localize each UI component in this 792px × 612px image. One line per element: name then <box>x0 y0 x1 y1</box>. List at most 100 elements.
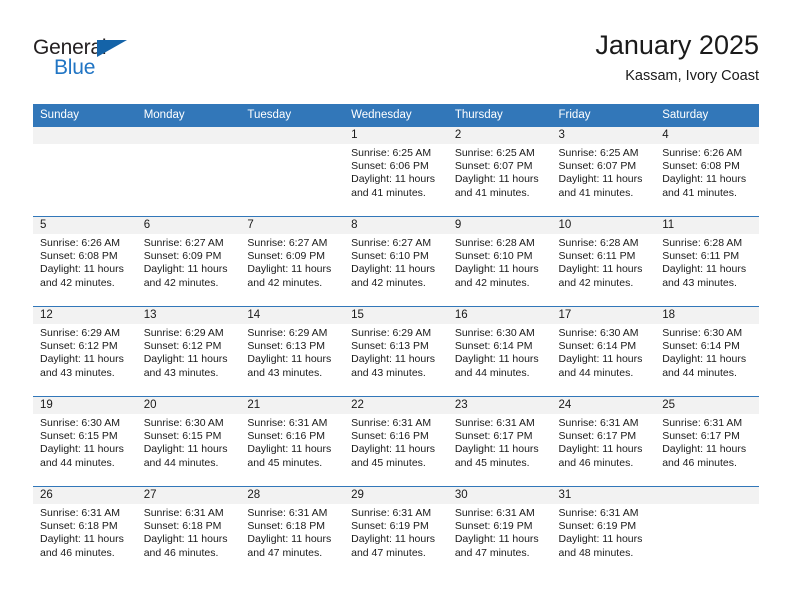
calendar-day-cell[interactable]: 19 Sunrise: 6:30 AM Sunset: 6:15 PM Dayligh… <box>33 396 137 487</box>
day-cell-inner: 19 Sunrise: 6:30 AM Sunset: 6:15 PM Dayligh… <box>33 397 137 486</box>
day-number: 10 <box>551 217 656 234</box>
weekday-header-thursday: Thursday <box>447 104 552 127</box>
calendar-day-cell <box>240 127 345 217</box>
calendar-day-cell[interactable]: 18 Sunrise: 6:30 AM Sunset: 6:14 PM Dayligh… <box>655 306 759 397</box>
sunrise-time: Sunrise: 6:29 AM <box>247 327 328 339</box>
sunrise-time: Sunrise: 6:28 AM <box>662 237 743 249</box>
calendar-day-cell[interactable]: 24 Sunrise: 6:31 AM Sunset: 6:17 PM Dayligh… <box>551 396 656 487</box>
calendar-day-cell[interactable]: 13 Sunrise: 6:29 AM Sunset: 6:12 PM Dayligh… <box>136 306 241 397</box>
day-details: Sunrise: 6:31 AM Sunset: 6:17 PM Daylight:… <box>448 414 552 470</box>
day-details: Sunrise: 6:27 AM Sunset: 6:10 PM Daylight:… <box>344 234 448 290</box>
sunset-time: Sunset: 6:13 PM <box>247 340 326 353</box>
calendar-day-cell[interactable]: 7 Sunrise: 6:27 AM Sunset: 6:09 PM Daylight… <box>240 216 345 307</box>
daylight-duration-line2: and 44 minutes. <box>40 456 115 469</box>
day-number: 3 <box>551 127 656 144</box>
sunset-time: Sunset: 6:14 PM <box>558 340 637 353</box>
day-details: Sunrise: 6:25 AM Sunset: 6:07 PM Daylight:… <box>448 144 552 200</box>
day-details: Sunrise: 6:31 AM Sunset: 6:19 PM Daylight:… <box>552 504 656 560</box>
weekday-header-tuesday: Tuesday <box>240 104 345 127</box>
calendar-day-cell[interactable]: 21 Sunrise: 6:31 AM Sunset: 6:16 PM Dayligh… <box>240 396 345 487</box>
calendar-day-cell[interactable]: 9 Sunrise: 6:28 AM Sunset: 6:10 PM Daylight… <box>447 216 552 307</box>
day-details: Sunrise: 6:31 AM Sunset: 6:18 PM Daylight:… <box>33 504 137 560</box>
sunrise-time: Sunrise: 6:31 AM <box>247 507 328 519</box>
calendar-day-cell[interactable]: 5 Sunrise: 6:26 AM Sunset: 6:08 PM Daylight… <box>33 216 137 307</box>
day-cell-inner: 24 Sunrise: 6:31 AM Sunset: 6:17 PM Dayligh… <box>551 397 656 486</box>
sunrise-time: Sunrise: 6:31 AM <box>40 507 120 519</box>
day-cell-inner: 29 Sunrise: 6:31 AM Sunset: 6:19 PM Dayligh… <box>344 487 448 576</box>
daylight-duration-line2: and 44 minutes. <box>143 456 219 469</box>
calendar-day-cell[interactable]: 8 Sunrise: 6:27 AM Sunset: 6:10 PM Daylight… <box>344 216 448 307</box>
day-cell-inner: 16 Sunrise: 6:30 AM Sunset: 6:14 PM Dayligh… <box>447 307 552 396</box>
day-details: Sunrise: 6:29 AM Sunset: 6:12 PM Daylight:… <box>137 324 241 380</box>
calendar-day-cell[interactable]: 1 Sunrise: 6:25 AM Sunset: 6:06 PM Daylight… <box>344 127 448 217</box>
day-details: Sunrise: 6:28 AM Sunset: 6:10 PM Daylight:… <box>448 234 552 290</box>
calendar-day-cell[interactable]: 28 Sunrise: 6:31 AM Sunset: 6:18 PM Dayligh… <box>240 486 345 576</box>
daylight-duration-line1: Daylight: 11 hours <box>247 263 332 276</box>
day-number: 31 <box>551 487 656 504</box>
day-details: Sunrise: 6:31 AM Sunset: 6:17 PM Daylight:… <box>655 414 759 470</box>
calendar-day-cell[interactable]: 15 Sunrise: 6:29 AM Sunset: 6:13 PM Dayligh… <box>344 306 448 397</box>
sunrise-time: Sunrise: 6:31 AM <box>351 417 432 429</box>
daylight-duration-line1: Daylight: 11 hours <box>351 353 435 366</box>
calendar-header-row: Sunday Monday Tuesday Wednesday Thursday… <box>33 104 759 127</box>
calendar-day-cell[interactable]: 6 Sunrise: 6:27 AM Sunset: 6:09 PM Daylight… <box>136 216 241 307</box>
day-number <box>33 127 137 144</box>
page-title: January 2025 <box>595 30 759 60</box>
sunset-time: Sunset: 6:10 PM <box>454 250 533 263</box>
daylight-duration-line1: Daylight: 11 hours <box>247 443 332 456</box>
day-number <box>136 127 241 144</box>
sunset-time: Sunset: 6:09 PM <box>143 250 222 263</box>
calendar-day-cell[interactable]: 26 Sunrise: 6:31 AM Sunset: 6:18 PM Dayligh… <box>33 486 137 576</box>
sunset-time: Sunset: 6:10 PM <box>351 250 429 263</box>
calendar-day-cell[interactable]: 10 Sunrise: 6:28 AM Sunset: 6:11 PM Dayligh… <box>551 216 656 307</box>
calendar-day-cell[interactable]: 17 Sunrise: 6:30 AM Sunset: 6:14 PM Dayligh… <box>551 306 656 397</box>
day-details: Sunrise: 6:30 AM Sunset: 6:15 PM Daylight:… <box>137 414 241 470</box>
calendar-day-cell[interactable]: 30 Sunrise: 6:31 AM Sunset: 6:19 PM Dayligh… <box>447 486 552 576</box>
daylight-duration-line1: Daylight: 11 hours <box>454 263 539 276</box>
page-header: General Blue January 2025 Kassam, Ivory … <box>33 28 759 100</box>
calendar-day-cell[interactable]: 23 Sunrise: 6:31 AM Sunset: 6:17 PM Dayligh… <box>447 396 552 487</box>
calendar-day-cell <box>136 127 241 217</box>
sunrise-time: Sunrise: 6:31 AM <box>662 417 743 429</box>
daylight-duration-line2: and 45 minutes. <box>454 456 530 469</box>
calendar-day-cell[interactable]: 27 Sunrise: 6:31 AM Sunset: 6:18 PM Dayligh… <box>136 486 241 576</box>
calendar-day-cell[interactable]: 25 Sunrise: 6:31 AM Sunset: 6:17 PM Dayligh… <box>655 396 759 487</box>
sunset-time: Sunset: 6:19 PM <box>558 520 637 533</box>
weekday-header-wednesday: Wednesday <box>344 104 448 127</box>
day-number: 29 <box>344 487 448 504</box>
sunrise-time: Sunrise: 6:30 AM <box>662 327 743 339</box>
sunset-time: Sunset: 6:18 PM <box>40 520 118 533</box>
daylight-duration-line2: and 42 minutes. <box>454 276 530 289</box>
sunset-time: Sunset: 6:18 PM <box>247 520 326 533</box>
day-details: Sunrise: 6:28 AM Sunset: 6:11 PM Daylight:… <box>655 234 759 290</box>
sunrise-time: Sunrise: 6:29 AM <box>40 327 120 339</box>
daylight-duration-line2: and 47 minutes. <box>351 546 426 559</box>
calendar-day-cell[interactable]: 22 Sunrise: 6:31 AM Sunset: 6:16 PM Dayligh… <box>344 396 448 487</box>
calendar-day-cell[interactable]: 3 Sunrise: 6:25 AM Sunset: 6:07 PM Daylight… <box>551 127 656 217</box>
calendar-day-cell[interactable]: 29 Sunrise: 6:31 AM Sunset: 6:19 PM Dayligh… <box>344 486 448 576</box>
sunrise-time: Sunrise: 6:25 AM <box>558 147 639 159</box>
day-cell-inner <box>33 127 137 216</box>
day-number: 21 <box>240 397 345 414</box>
sunrise-time: Sunrise: 6:31 AM <box>143 507 224 519</box>
sunrise-time: Sunrise: 6:28 AM <box>558 237 639 249</box>
sunrise-time: Sunrise: 6:31 AM <box>558 417 639 429</box>
weekday-header-monday: Monday <box>136 104 241 127</box>
calendar-day-cell[interactable]: 12 Sunrise: 6:29 AM Sunset: 6:12 PM Dayligh… <box>33 306 137 397</box>
day-cell-inner: 22 Sunrise: 6:31 AM Sunset: 6:16 PM Dayligh… <box>344 397 448 486</box>
day-number: 6 <box>136 217 241 234</box>
day-details: Sunrise: 6:27 AM Sunset: 6:09 PM Daylight:… <box>240 234 344 290</box>
calendar-day-cell[interactable]: 4 Sunrise: 6:26 AM Sunset: 6:08 PM Daylight… <box>655 127 759 217</box>
calendar-day-cell[interactable]: 14 Sunrise: 6:29 AM Sunset: 6:13 PM Dayligh… <box>240 306 345 397</box>
daylight-duration-line2: and 46 minutes. <box>558 456 634 469</box>
calendar-day-cell[interactable]: 16 Sunrise: 6:30 AM Sunset: 6:14 PM Dayligh… <box>447 306 552 397</box>
day-number: 27 <box>136 487 241 504</box>
calendar-day-cell[interactable]: 2 Sunrise: 6:25 AM Sunset: 6:07 PM Daylight… <box>447 127 552 217</box>
calendar-day-cell[interactable]: 20 Sunrise: 6:30 AM Sunset: 6:15 PM Dayligh… <box>136 396 241 487</box>
calendar-day-cell[interactable]: 31 Sunrise: 6:31 AM Sunset: 6:19 PM Dayligh… <box>551 486 656 576</box>
daylight-duration-line1: Daylight: 11 hours <box>454 533 539 546</box>
calendar-day-cell[interactable]: 11 Sunrise: 6:28 AM Sunset: 6:11 PM Dayligh… <box>655 216 759 307</box>
day-details: Sunrise: 6:26 AM Sunset: 6:08 PM Daylight:… <box>655 144 759 200</box>
location-subtitle: Kassam, Ivory Coast <box>625 68 759 84</box>
sunrise-time: Sunrise: 6:31 AM <box>454 507 535 519</box>
